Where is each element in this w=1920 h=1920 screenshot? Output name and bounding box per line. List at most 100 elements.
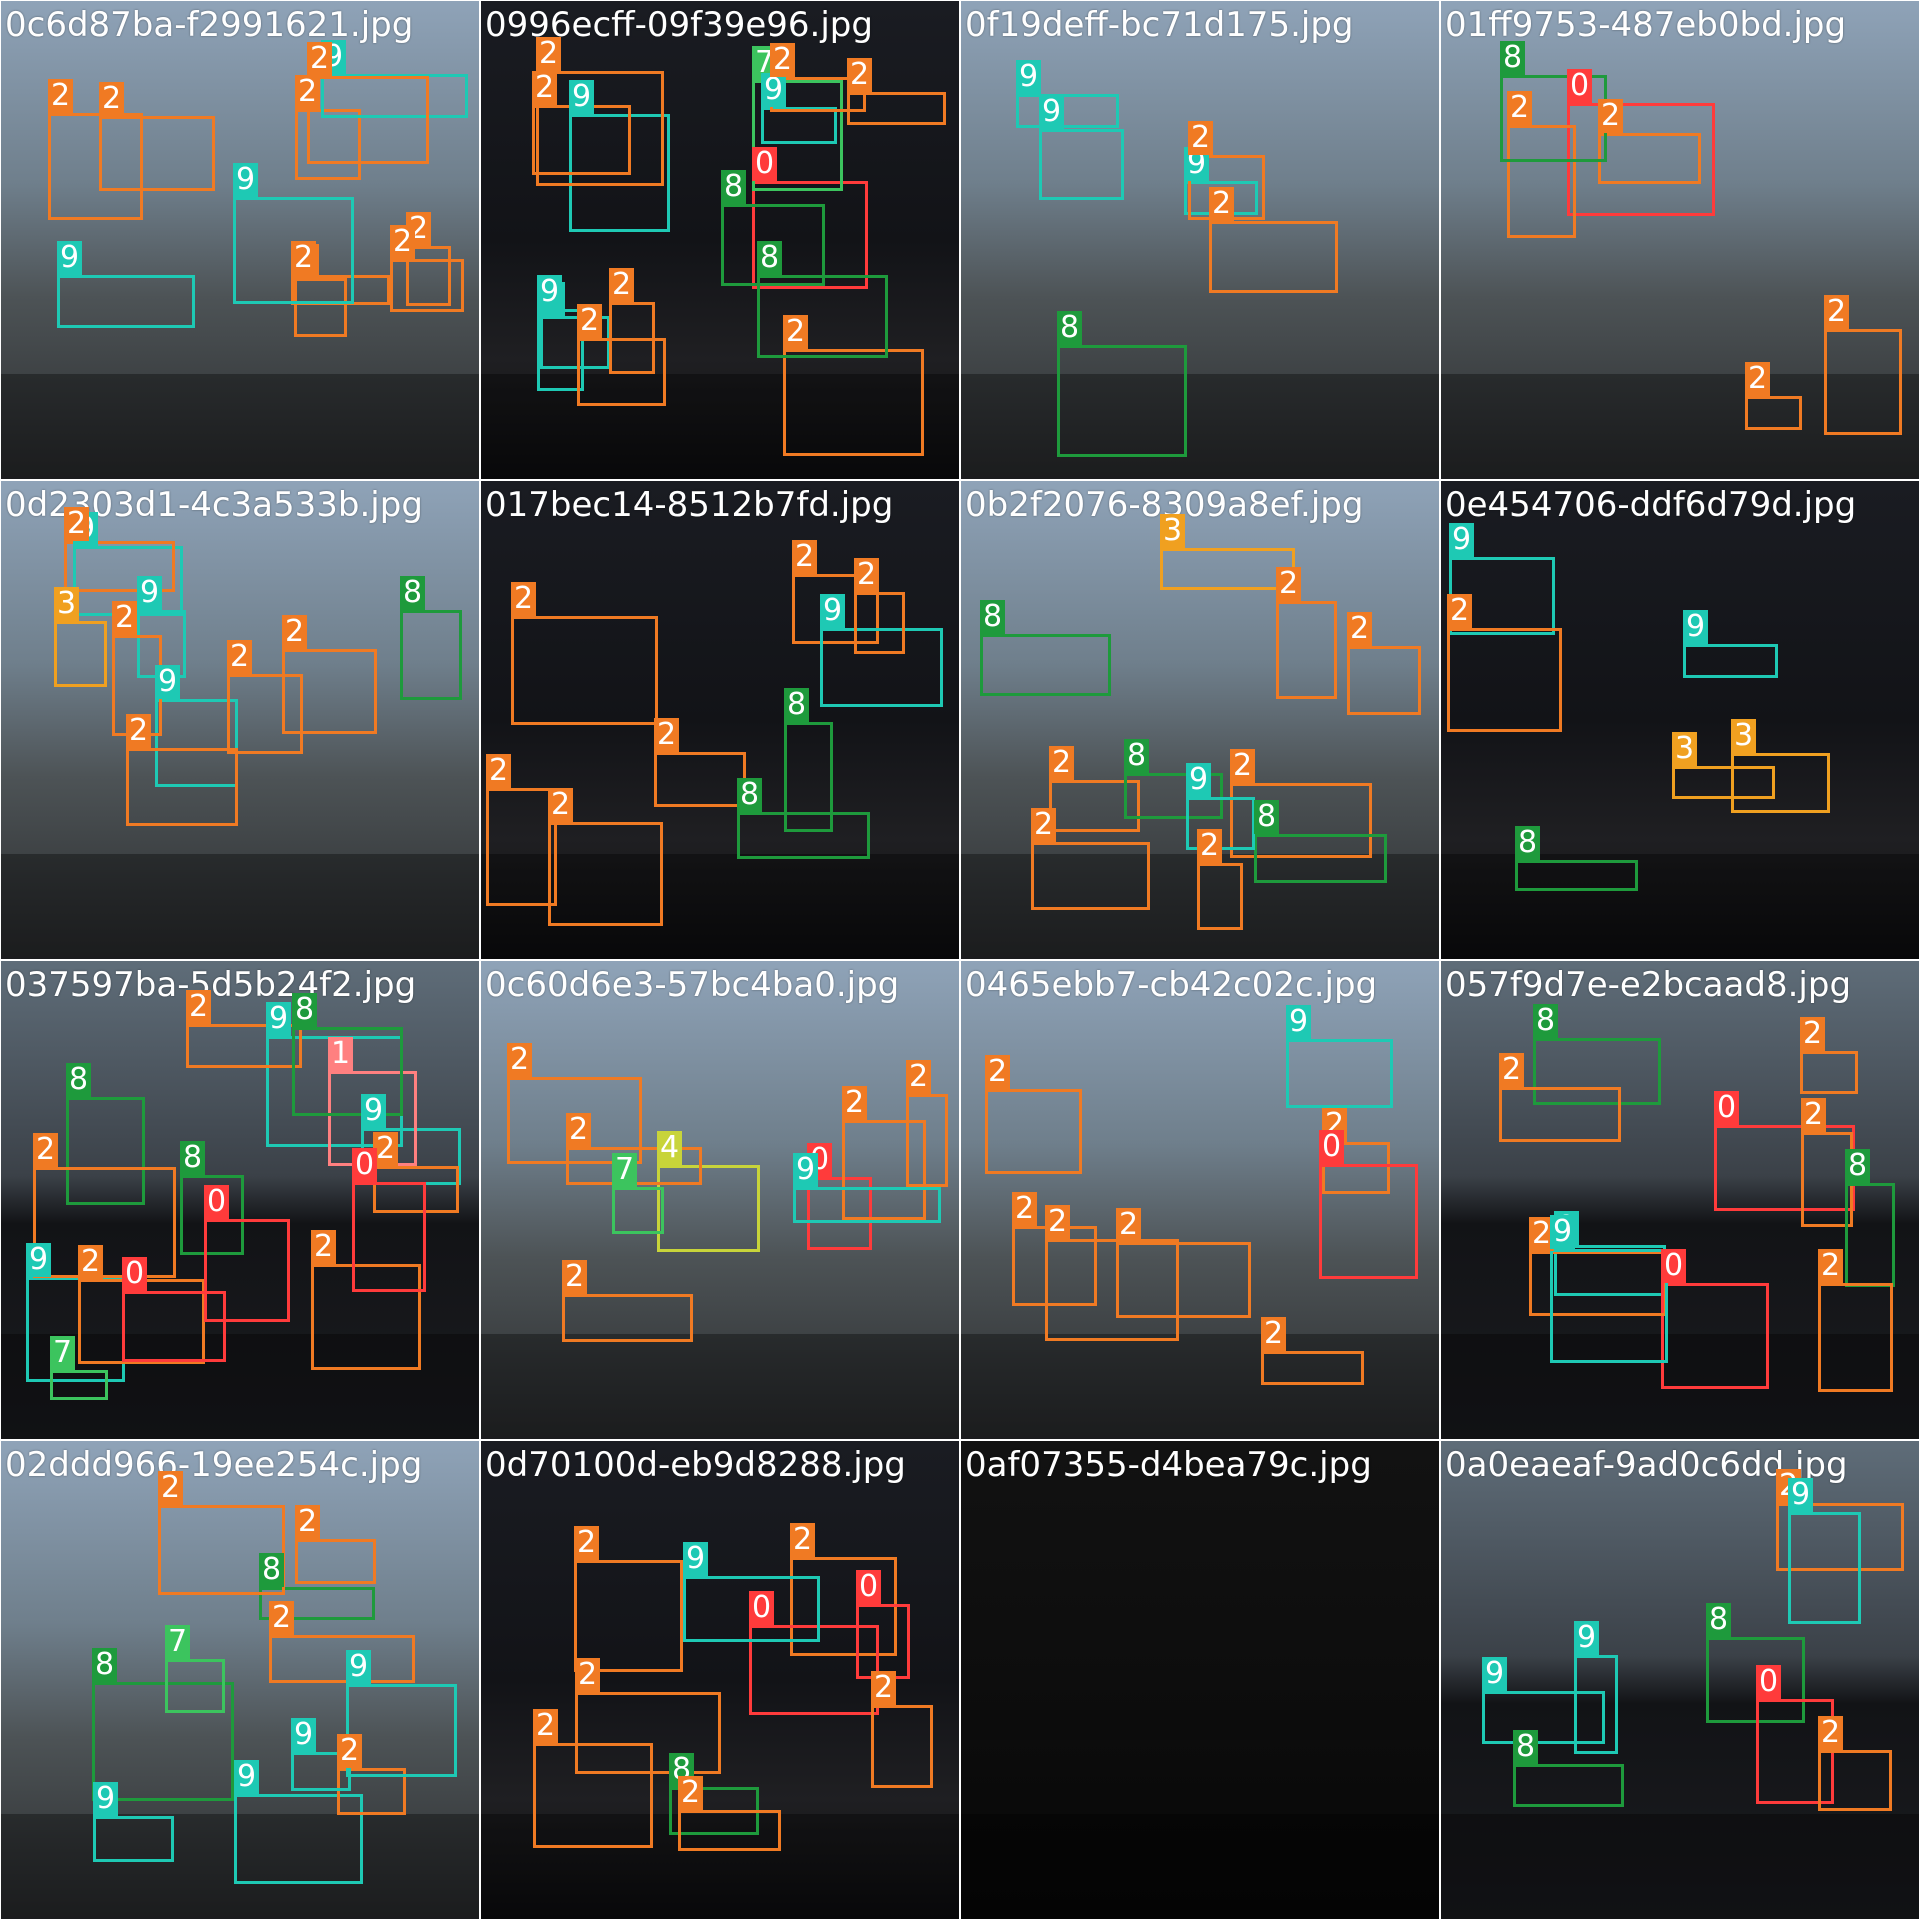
detection-class-label: 2 (1598, 99, 1624, 133)
tile-filename: 0c60d6e3-57bc4ba0.jpg (485, 965, 900, 1005)
detection-class-label: 9 (569, 80, 595, 114)
detection-class-label: 2 (295, 1505, 321, 1539)
detection-class-label: 8 (721, 170, 747, 204)
detection-box (1499, 1087, 1621, 1142)
detection-class-label: 8 (1515, 826, 1541, 860)
detection-class-label: 2 (533, 1709, 559, 1743)
detection-box (985, 1089, 1082, 1174)
detection-class-label: 2 (574, 1526, 600, 1560)
detection-box (871, 1705, 933, 1788)
detection-box (1447, 628, 1562, 732)
detection-class-label: 9 (683, 1542, 709, 1576)
detection-class-label: 9 (1286, 1005, 1312, 1039)
detection-class-label: 2 (1499, 1053, 1525, 1087)
tile-filename: 057f9d7e-e2bcaad8.jpg (1445, 965, 1852, 1005)
mosaic-tile: 037597ba-5d5b24f2.jpg 9 8 9 8 9 2 2 2 0 1 7 0 0 2 2 8 (1, 961, 479, 1439)
detection-class-label: 0 (1319, 1130, 1345, 1164)
detection-box (511, 616, 658, 725)
detection-class-label: 3 (1731, 719, 1757, 753)
detection-box (1745, 396, 1802, 430)
detection-class-label: 9 (1449, 523, 1475, 557)
detection-class-label: 9 (1574, 1621, 1600, 1655)
detection-class-label: 2 (511, 582, 537, 616)
detection-class-label: 9 (155, 665, 181, 699)
detection-box (654, 752, 746, 807)
detection-box (1598, 133, 1701, 184)
detection-box (1683, 644, 1778, 678)
detection-class-label: 9 (820, 594, 846, 628)
detection-class-label: 2 (337, 1734, 363, 1768)
tile-filename: 0e454706-ddf6d79d.jpg (1445, 485, 1857, 525)
detection-box (1731, 753, 1830, 813)
detection-class-label: 2 (78, 1245, 104, 1279)
detection-class-label: 9 (234, 1760, 260, 1794)
detection-class-label: 2 (227, 640, 253, 674)
detection-box (1254, 834, 1387, 883)
detection-class-label: 8 (1057, 311, 1083, 345)
detection-class-label: 2 (507, 1043, 533, 1077)
tile-filename: 02ddd966-19ee254c.jpg (5, 1445, 423, 1485)
tile-filename: 01ff9753-487eb0bd.jpg (1445, 5, 1847, 45)
detection-class-label: 2 (847, 58, 873, 92)
detection-class-label: 2 (1209, 187, 1235, 221)
detection-box (1276, 601, 1337, 699)
detection-class-label: 2 (126, 714, 152, 748)
detection-class-label: 2 (1745, 362, 1771, 396)
detection-class-label: 2 (291, 241, 317, 275)
detection-class-label: 8 (1124, 739, 1150, 773)
detection-box (50, 1370, 108, 1400)
detection-class-label: 2 (906, 1060, 932, 1094)
detection-class-label: 8 (757, 241, 783, 275)
detection-box (784, 722, 833, 832)
detection-box (783, 349, 924, 456)
dashboard-shape (961, 1813, 1439, 1919)
mosaic-tile: 0d70100d-eb9d8288.jpg 2 8 2 0 0 2 2 2 2 9 (481, 1441, 959, 1919)
detection-box (1574, 1655, 1618, 1754)
detection-class-label: 2 (1818, 1716, 1844, 1750)
detection-class-label: 0 (122, 1257, 148, 1291)
detection-class-label: 2 (792, 540, 818, 574)
detection-class-label: 8 (784, 688, 810, 722)
detection-class-label: 2 (532, 71, 558, 105)
detection-class-label: 8 (92, 1648, 118, 1682)
detection-class-label: 8 (400, 576, 426, 610)
mosaic-tile: 0465ebb7-cb42c02c.jpg 9 2 2 2 2 2 2 0 (961, 961, 1439, 1439)
detection-class-label: 9 (1683, 610, 1709, 644)
detection-class-label: 2 (390, 225, 416, 259)
detection-box (1016, 94, 1119, 128)
tile-filename: 0d70100d-eb9d8288.jpg (485, 1445, 906, 1485)
detection-class-label: 2 (770, 43, 796, 77)
detection-class-label: 2 (307, 42, 333, 76)
mosaic-tile: 01ff9753-487eb0bd.jpg 2 0 2 2 2 8 (1441, 1, 1919, 479)
detection-box (1319, 1164, 1418, 1279)
detection-class-label: 8 (1845, 1149, 1871, 1183)
mosaic-tile: 0af07355-d4bea79c.jpg (961, 1441, 1439, 1919)
detection-box (227, 674, 303, 754)
detection-class-label: 0 (752, 147, 778, 181)
detection-box (854, 592, 905, 654)
detection-class-label: 2 (1347, 612, 1373, 646)
detection-class-label: 2 (783, 315, 809, 349)
detection-class-label: 7 (612, 1153, 638, 1187)
detection-class-label: 8 (1254, 800, 1280, 834)
detection-class-label: 8 (259, 1553, 285, 1587)
detection-class-label: 0 (1714, 1091, 1740, 1125)
detection-class-label: 2 (1049, 746, 1075, 780)
detection-box (1513, 1764, 1624, 1807)
detection-box (678, 1810, 781, 1851)
detection-box (757, 275, 888, 358)
detection-class-label: 2 (609, 268, 635, 302)
detection-class-label: 0 (749, 1591, 775, 1625)
detection-box (1824, 329, 1902, 435)
detection-class-label: 7 (50, 1336, 76, 1370)
detection-class-label: 0 (1756, 1665, 1782, 1699)
detection-class-label: 2 (871, 1671, 897, 1705)
mosaic-tile: 0a0eaeaf-9ad0c6dd.jpg29988902 (1441, 1441, 1919, 1919)
detection-class-label: 2 (1800, 1017, 1826, 1051)
dashboard-shape (1441, 853, 1919, 959)
detection-class-label: 2 (1818, 1249, 1844, 1283)
detection-class-label: 8 (980, 600, 1006, 634)
detection-class-label: 0 (1661, 1249, 1687, 1283)
detection-class-label: 2 (158, 1471, 184, 1505)
detection-class-label: 9 (1186, 763, 1212, 797)
